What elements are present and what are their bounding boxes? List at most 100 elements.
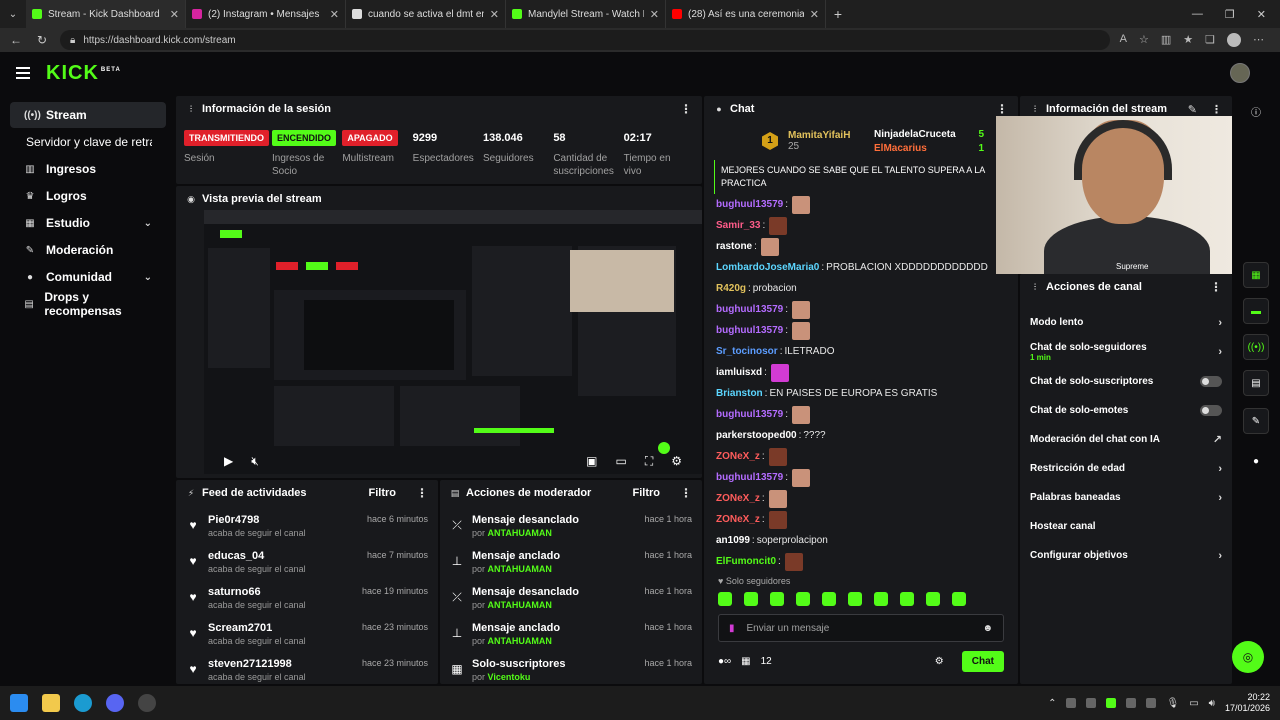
new-tab-button[interactable]: +: [826, 6, 850, 22]
chat-message[interactable]: Sr_tocinosor: ILETRADO: [704, 341, 1018, 362]
chevron-up-icon[interactable]: ⌃: [1048, 698, 1056, 709]
chat-message[interactable]: bughuul13579:: [704, 404, 1018, 425]
chat-username[interactable]: bughuul13579: [716, 300, 783, 320]
chat-message[interactable]: parkerstooped00: ????: [704, 425, 1018, 446]
quick-emote[interactable]: [874, 592, 888, 606]
tab-close-icon[interactable]: ✕: [490, 8, 499, 21]
read-aloud-icon[interactable]: A: [1120, 33, 1127, 47]
send-chat-button[interactable]: Chat: [961, 650, 1004, 672]
sidebar-item-estudio[interactable]: ▦ Estudio ⌄: [10, 210, 166, 236]
chat-message[interactable]: Brianston: EN PAISES DE EUROPA ES GRATIS: [704, 383, 1018, 404]
quick-emote[interactable]: [744, 592, 758, 606]
tray-icon[interactable]: [1086, 698, 1097, 708]
broadcast-icon[interactable]: ((•)): [1243, 334, 1269, 360]
discord-icon[interactable]: [106, 694, 124, 712]
chat-username[interactable]: Sr_tocinosor: [716, 342, 778, 362]
close-window-icon[interactable]: ✕: [1257, 8, 1266, 21]
quick-emote[interactable]: [718, 592, 732, 606]
chat-username[interactable]: bughuul13579: [716, 468, 783, 488]
chat-message[interactable]: rastone:: [704, 236, 1018, 257]
chat-username[interactable]: R420g: [716, 279, 746, 299]
kick-logo[interactable]: KICK BETA: [46, 62, 121, 85]
reload-icon[interactable]: ↻: [34, 33, 50, 47]
file-explorer-icon[interactable]: [42, 694, 60, 712]
browser-tab[interactable]: cuando se activa el dmt en el hum ✕: [346, 0, 506, 28]
more-options-icon[interactable]: ⋮: [1211, 103, 1222, 116]
sidebar-item-server-key[interactable]: Servidor y clave de retransmisión: [10, 129, 166, 155]
channel-action-item[interactable]: Modo lento ›: [1020, 308, 1232, 337]
wrench-icon[interactable]: ✎: [1243, 408, 1269, 434]
chat-message[interactable]: R420g: probacion: [704, 278, 1018, 299]
more-options-icon[interactable]: ⋮: [416, 486, 428, 500]
url-field[interactable]: 🔒︎ https://dashboard.kick.com/stream: [60, 30, 1110, 50]
feed-item[interactable]: ♥ Pie0r4798 acaba de seguir el canal hace 6…: [176, 514, 438, 550]
feed-filter-button[interactable]: Filtro: [369, 487, 397, 499]
channel-action-item[interactable]: Hostear canal: [1020, 512, 1232, 541]
edit-icon[interactable]: ✎: [1188, 103, 1197, 116]
mod-action-item[interactable]: ⤫ Mensaje desanclado por ANTAHUAMAN hace 1 …: [440, 514, 702, 550]
info-icon[interactable]: ⓘ: [1243, 98, 1269, 124]
mic-icon[interactable]: 🎙︎: [1166, 698, 1179, 709]
sidebar-item-stream[interactable]: ((•)) Stream: [10, 102, 166, 128]
theater-icon[interactable]: ▭: [615, 454, 626, 469]
hamburger-menu-icon[interactable]: [16, 67, 30, 79]
tab-close-icon[interactable]: ✕: [330, 8, 339, 21]
chat-message[interactable]: bughuul13579:: [704, 320, 1018, 341]
tab-close-icon[interactable]: ✕: [810, 8, 819, 21]
chat-message[interactable]: ElFumoncit0:: [704, 551, 1018, 572]
feed-item[interactable]: ♥ steven27121998 acaba de seguir el canal h…: [176, 658, 438, 684]
chat-message[interactable]: LombardoJoseMaria0: PROBLACION XDDDDDDDD…: [704, 257, 1018, 278]
mod-action-item[interactable]: ▦ Solo-suscriptores por Vicentoku hace 1 ho…: [440, 658, 702, 684]
chat-message[interactable]: ZONeX_z:: [704, 488, 1018, 509]
quick-emote[interactable]: [848, 592, 862, 606]
profile-avatar[interactable]: [1227, 33, 1241, 47]
chat-message[interactable]: ZONeX_z:: [704, 446, 1018, 467]
sidebar-item-drops[interactable]: ▤ Drops y recompensas: [10, 290, 166, 318]
chat-username[interactable]: Brianston: [716, 384, 763, 404]
chat-username[interactable]: bughuul13579: [716, 195, 783, 215]
chat-message[interactable]: bughuul13579:: [704, 194, 1018, 215]
toggle-switch[interactable]: [1200, 405, 1222, 416]
favorites-icon[interactable]: ★: [1183, 33, 1193, 47]
channel-action-item[interactable]: Palabras baneadas ›: [1020, 483, 1232, 512]
quick-emote[interactable]: [822, 592, 836, 606]
pinned-message[interactable]: MEJORES CUANDO SE SABE QUE EL TALENTO SU…: [714, 160, 1008, 194]
sidebar-item-ingresos[interactable]: ▥ Ingresos: [10, 156, 166, 182]
toggle-switch[interactable]: [1200, 376, 1222, 387]
chat-username[interactable]: ZONeX_z: [716, 447, 760, 467]
chat-settings-icon[interactable]: ⚙: [935, 656, 944, 667]
quick-emote[interactable]: [926, 592, 940, 606]
chat-bubble-icon[interactable]: ▬: [1243, 298, 1269, 324]
emoji-icon[interactable]: ☻: [982, 623, 993, 634]
chat-username[interactable]: iamluisxd: [716, 363, 762, 383]
edge-browser-icon[interactable]: [74, 694, 92, 712]
chat-username[interactable]: LombardoJoseMaria0: [716, 258, 819, 278]
chat-username[interactable]: ZONeX_z: [716, 489, 760, 509]
channel-action-item[interactable]: Restricción de edad ›: [1020, 454, 1232, 483]
obs-icon[interactable]: [138, 694, 156, 712]
more-icon[interactable]: ⋯: [1253, 33, 1264, 47]
chat-message[interactable]: Samir_33:: [704, 215, 1018, 236]
browser-tab[interactable]: Stream - Kick Dashboard ✕: [26, 0, 186, 28]
chat-username[interactable]: bughuul13579: [716, 321, 783, 341]
tab-close-icon[interactable]: ✕: [650, 8, 659, 21]
more-options-icon[interactable]: ⋮: [680, 102, 692, 116]
settings-gear-icon[interactable]: ⚙: [671, 454, 682, 469]
sidebar-item-moderacion[interactable]: ✎ Moderación: [10, 237, 166, 263]
chat-message[interactable]: bughuul13579:: [704, 467, 1018, 488]
tray-icon[interactable]: [1126, 698, 1137, 708]
chat-message[interactable]: an1099: soperprolacipon: [704, 530, 1018, 551]
channel-action-item[interactable]: Moderación del chat con IA ↗: [1020, 425, 1232, 454]
feed-item[interactable]: ♥ Scream2701 acaba de seguir el canal hace …: [176, 622, 438, 658]
browser-tab[interactable]: (2) Instagram • Mensajes ✕: [186, 0, 346, 28]
channel-action-item[interactable]: Chat de solo-emotes: [1020, 396, 1232, 425]
browser-tab[interactable]: Mandylel Stream - Watch Live on K ✕: [506, 0, 666, 28]
minimize-icon[interactable]: —: [1192, 8, 1203, 21]
chat-username[interactable]: rastone: [716, 237, 752, 257]
support-button[interactable]: ◎: [1232, 641, 1264, 673]
chat-username[interactable]: an1099: [716, 531, 750, 551]
clock[interactable]: 20:22 17/01/2026: [1225, 692, 1270, 714]
mod-action-item[interactable]: ⊥ Mensaje anclado por ANTAHUAMAN hace 1 hor…: [440, 622, 702, 658]
stream-video[interactable]: ▶ 🔇︎ ▣ ▭ ⛶ ⚙: [204, 210, 702, 474]
mod-filter-button[interactable]: Filtro: [633, 487, 661, 499]
